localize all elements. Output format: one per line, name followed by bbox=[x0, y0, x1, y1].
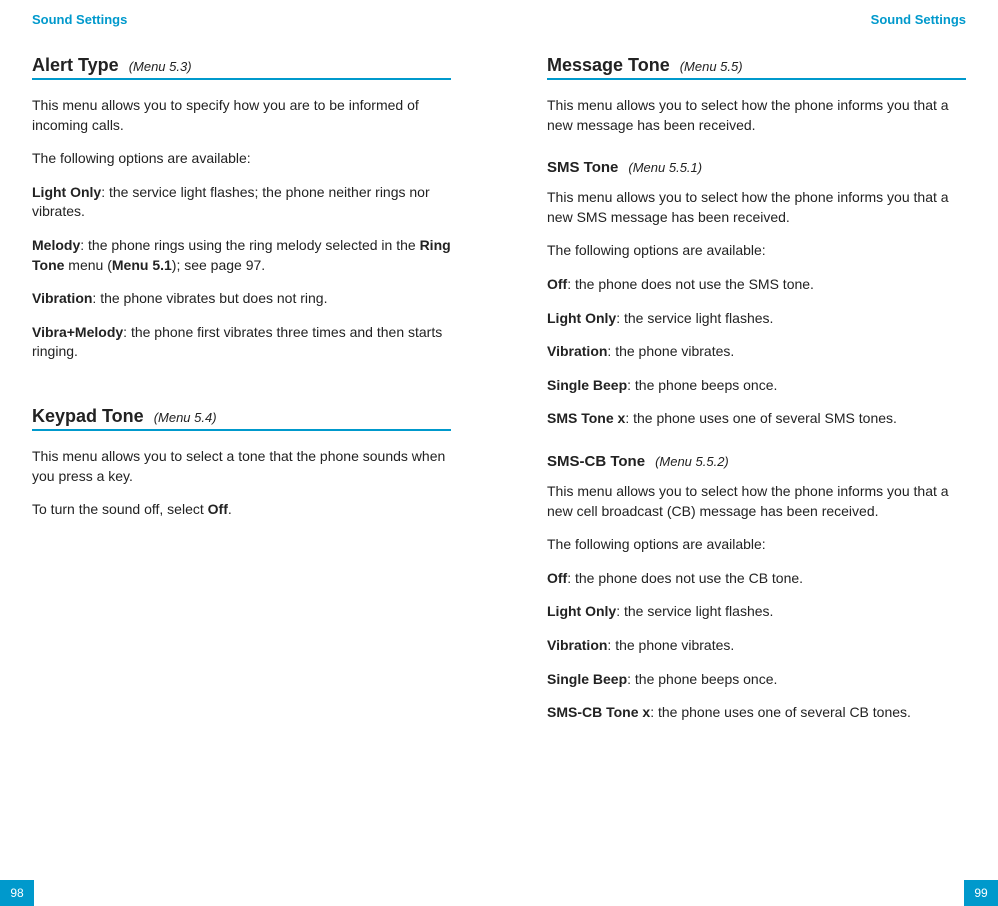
section-title-alert-type: Alert Type bbox=[32, 55, 119, 76]
text-part: . bbox=[228, 501, 232, 517]
subsection-title-sms-cb-tone: SMS-CB Tone bbox=[547, 453, 645, 470]
option-label: Vibra+Melody bbox=[32, 324, 123, 340]
option-label: Vibration bbox=[547, 637, 607, 653]
page-right: Sound Settings Message Tone (Menu 5.5) T… bbox=[499, 0, 998, 906]
sms-cb-tone-option-single-beep: Single Beep: the phone beeps once. bbox=[547, 670, 966, 690]
alert-type-option-vibra-melody: Vibra+Melody: the phone first vibrates t… bbox=[32, 323, 451, 362]
message-tone-intro: This menu allows you to select how the p… bbox=[547, 96, 966, 135]
option-desc: : the phone does not use the SMS tone. bbox=[567, 276, 814, 292]
subsection-heading-sms-tone: SMS Tone (Menu 5.5.1) bbox=[547, 159, 966, 176]
section-menu-keypad-tone: (Menu 5.4) bbox=[154, 410, 217, 425]
subsection-menu-sms-tone: (Menu 5.5.1) bbox=[628, 160, 702, 175]
alert-type-option-melody: Melody: the phone rings using the ring m… bbox=[32, 236, 451, 275]
section-heading-keypad-tone: Keypad Tone (Menu 5.4) bbox=[32, 406, 451, 431]
option-desc: : the phone does not use the CB tone. bbox=[567, 570, 803, 586]
alert-type-intro-1: This menu allows you to specify how you … bbox=[32, 96, 451, 135]
page-spread: Sound Settings Alert Type (Menu 5.3) Thi… bbox=[0, 0, 998, 906]
option-label: Vibration bbox=[32, 290, 92, 306]
sms-cb-tone-option-off: Off: the phone does not use the CB tone. bbox=[547, 569, 966, 589]
sms-tone-intro-2: The following options are available: bbox=[547, 241, 966, 261]
sms-tone-option-single-beep: Single Beep: the phone beeps once. bbox=[547, 376, 966, 396]
option-label: Vibration bbox=[547, 343, 607, 359]
option-label: Off bbox=[547, 276, 567, 292]
option-desc: : the phone vibrates. bbox=[607, 637, 734, 653]
option-desc: : the phone uses one of several CB tones… bbox=[650, 704, 911, 720]
section-heading-alert-type: Alert Type (Menu 5.3) bbox=[32, 55, 451, 80]
option-desc-part: menu ( bbox=[64, 257, 111, 273]
sms-tone-option-off: Off: the phone does not use the SMS tone… bbox=[547, 275, 966, 295]
keypad-tone-intro-1: This menu allows you to select a tone th… bbox=[32, 447, 451, 486]
option-desc: : the phone beeps once. bbox=[627, 671, 777, 687]
page-number-left: 98 bbox=[0, 880, 34, 906]
option-desc: : the service light flashes. bbox=[616, 603, 773, 619]
option-label: Light Only bbox=[547, 603, 616, 619]
section-menu-alert-type: (Menu 5.3) bbox=[129, 59, 192, 74]
subsection-title-sms-tone: SMS Tone bbox=[547, 159, 618, 176]
section-title-message-tone: Message Tone bbox=[547, 55, 670, 76]
sms-cb-tone-option-sms-cb-tone-x: SMS-CB Tone x: the phone uses one of sev… bbox=[547, 703, 966, 723]
keypad-tone-intro-2: To turn the sound off, select Off. bbox=[32, 500, 451, 520]
page-left: Sound Settings Alert Type (Menu 5.3) Thi… bbox=[0, 0, 499, 906]
sms-tone-intro-1: This menu allows you to select how the p… bbox=[547, 188, 966, 227]
menu-5-1-ref: Menu 5.1 bbox=[112, 257, 172, 273]
sms-tone-option-light-only: Light Only: the service light flashes. bbox=[547, 309, 966, 329]
option-desc: : the service light flashes. bbox=[616, 310, 773, 326]
option-desc: : the phone vibrates. bbox=[607, 343, 734, 359]
page-number-right: 99 bbox=[964, 880, 998, 906]
page-header-left: Sound Settings bbox=[32, 12, 451, 27]
section-menu-message-tone: (Menu 5.5) bbox=[680, 59, 743, 74]
option-label: Off bbox=[547, 570, 567, 586]
sms-cb-tone-intro-2: The following options are available: bbox=[547, 535, 966, 555]
option-label: SMS Tone x bbox=[547, 410, 625, 426]
alert-type-intro-2: The following options are available: bbox=[32, 149, 451, 169]
sms-tone-option-vibration: Vibration: the phone vibrates. bbox=[547, 342, 966, 362]
option-desc-part: ); see page 97. bbox=[172, 257, 265, 273]
sms-cb-tone-option-light-only: Light Only: the service light flashes. bbox=[547, 602, 966, 622]
off-ref: Off bbox=[208, 501, 228, 517]
option-desc: : the phone uses one of several SMS tone… bbox=[625, 410, 897, 426]
option-label: Light Only bbox=[547, 310, 616, 326]
section-heading-message-tone: Message Tone (Menu 5.5) bbox=[547, 55, 966, 80]
option-label: Single Beep bbox=[547, 671, 627, 687]
option-label: SMS-CB Tone x bbox=[547, 704, 650, 720]
text-part: To turn the sound off, select bbox=[32, 501, 208, 517]
option-label: Single Beep bbox=[547, 377, 627, 393]
section-title-keypad-tone: Keypad Tone bbox=[32, 406, 144, 427]
subsection-menu-sms-cb-tone: (Menu 5.5.2) bbox=[655, 454, 729, 469]
option-label: Light Only bbox=[32, 184, 101, 200]
option-desc: : the phone vibrates but does not ring. bbox=[92, 290, 327, 306]
subsection-heading-sms-cb-tone: SMS-CB Tone (Menu 5.5.2) bbox=[547, 453, 966, 470]
option-desc-part: : the phone rings using the ring melody … bbox=[80, 237, 419, 253]
sms-cb-tone-intro-1: This menu allows you to select how the p… bbox=[547, 482, 966, 521]
sms-cb-tone-option-vibration: Vibration: the phone vibrates. bbox=[547, 636, 966, 656]
option-desc: : the phone beeps once. bbox=[627, 377, 777, 393]
alert-type-option-light-only: Light Only: the service light flashes; t… bbox=[32, 183, 451, 222]
alert-type-option-vibration: Vibration: the phone vibrates but does n… bbox=[32, 289, 451, 309]
option-label: Melody bbox=[32, 237, 80, 253]
sms-tone-option-sms-tone-x: SMS Tone x: the phone uses one of severa… bbox=[547, 409, 966, 429]
page-header-right: Sound Settings bbox=[547, 12, 966, 27]
